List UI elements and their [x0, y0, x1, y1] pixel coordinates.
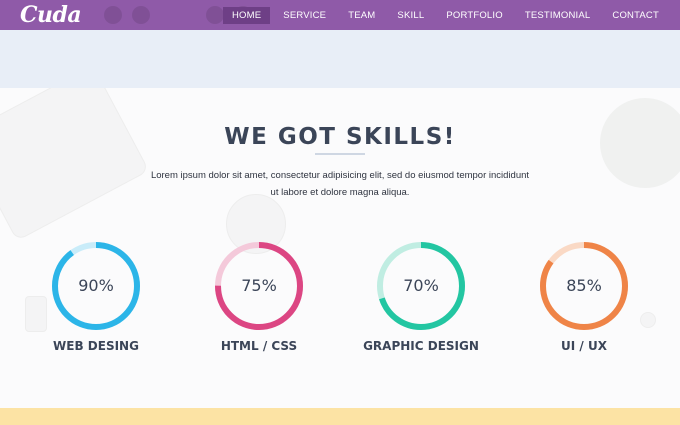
skill-label: WEB DESING [53, 339, 139, 353]
nav-item-portfolio[interactable]: PORTFOLIO [437, 7, 512, 24]
intro-line-1: Lorem ipsum dolor sit amet, consectetur … [150, 170, 530, 181]
skill-percent: 85% [566, 276, 602, 295]
next-section-strip [0, 408, 680, 425]
skill-percent: 70% [403, 276, 439, 295]
facebook-icon [206, 6, 224, 24]
skill-percent: 90% [78, 276, 114, 295]
nav-item-contact[interactable]: CONTACT [603, 7, 668, 24]
section-title: WE GOT SKILLS! [224, 124, 456, 150]
nav-item-home[interactable]: HOME [222, 6, 271, 24]
background-phone-image [25, 296, 47, 332]
skill-label: GRAPHIC DESIGN [363, 339, 479, 353]
title-underline [315, 153, 365, 155]
hero-band [0, 30, 680, 88]
skill-label: UI / UX [561, 339, 607, 353]
background-laptop-image [0, 88, 150, 242]
section-intro: Lorem ipsum dolor sit amet, consectetur … [140, 167, 540, 201]
nav-item-testimonial[interactable]: TESTIMONIAL [516, 7, 600, 24]
social-icon [104, 6, 122, 24]
background-cable-image [640, 312, 656, 328]
nav-item-skill[interactable]: SKILL [388, 7, 433, 24]
nav-item-team[interactable]: TEAM [339, 7, 384, 24]
top-navbar: Cuda HOME SERVICE TEAM SKILL PORTFOLIO T… [0, 0, 680, 30]
skill-percent: 75% [241, 276, 277, 295]
social-icon [132, 6, 150, 24]
skill-label: HTML / CSS [220, 339, 298, 353]
intro-line-2: ut labore et dolore magna aliqua. [270, 187, 410, 198]
main-nav: HOME SERVICE TEAM SKILL PORTFOLIO TESTIM… [222, 0, 668, 30]
skills-section: WE GOT SKILLS! Lorem ipsum dolor sit ame… [0, 88, 680, 408]
brand-logo[interactable]: Cuda [20, 2, 82, 28]
nav-item-service[interactable]: SERVICE [274, 7, 335, 24]
